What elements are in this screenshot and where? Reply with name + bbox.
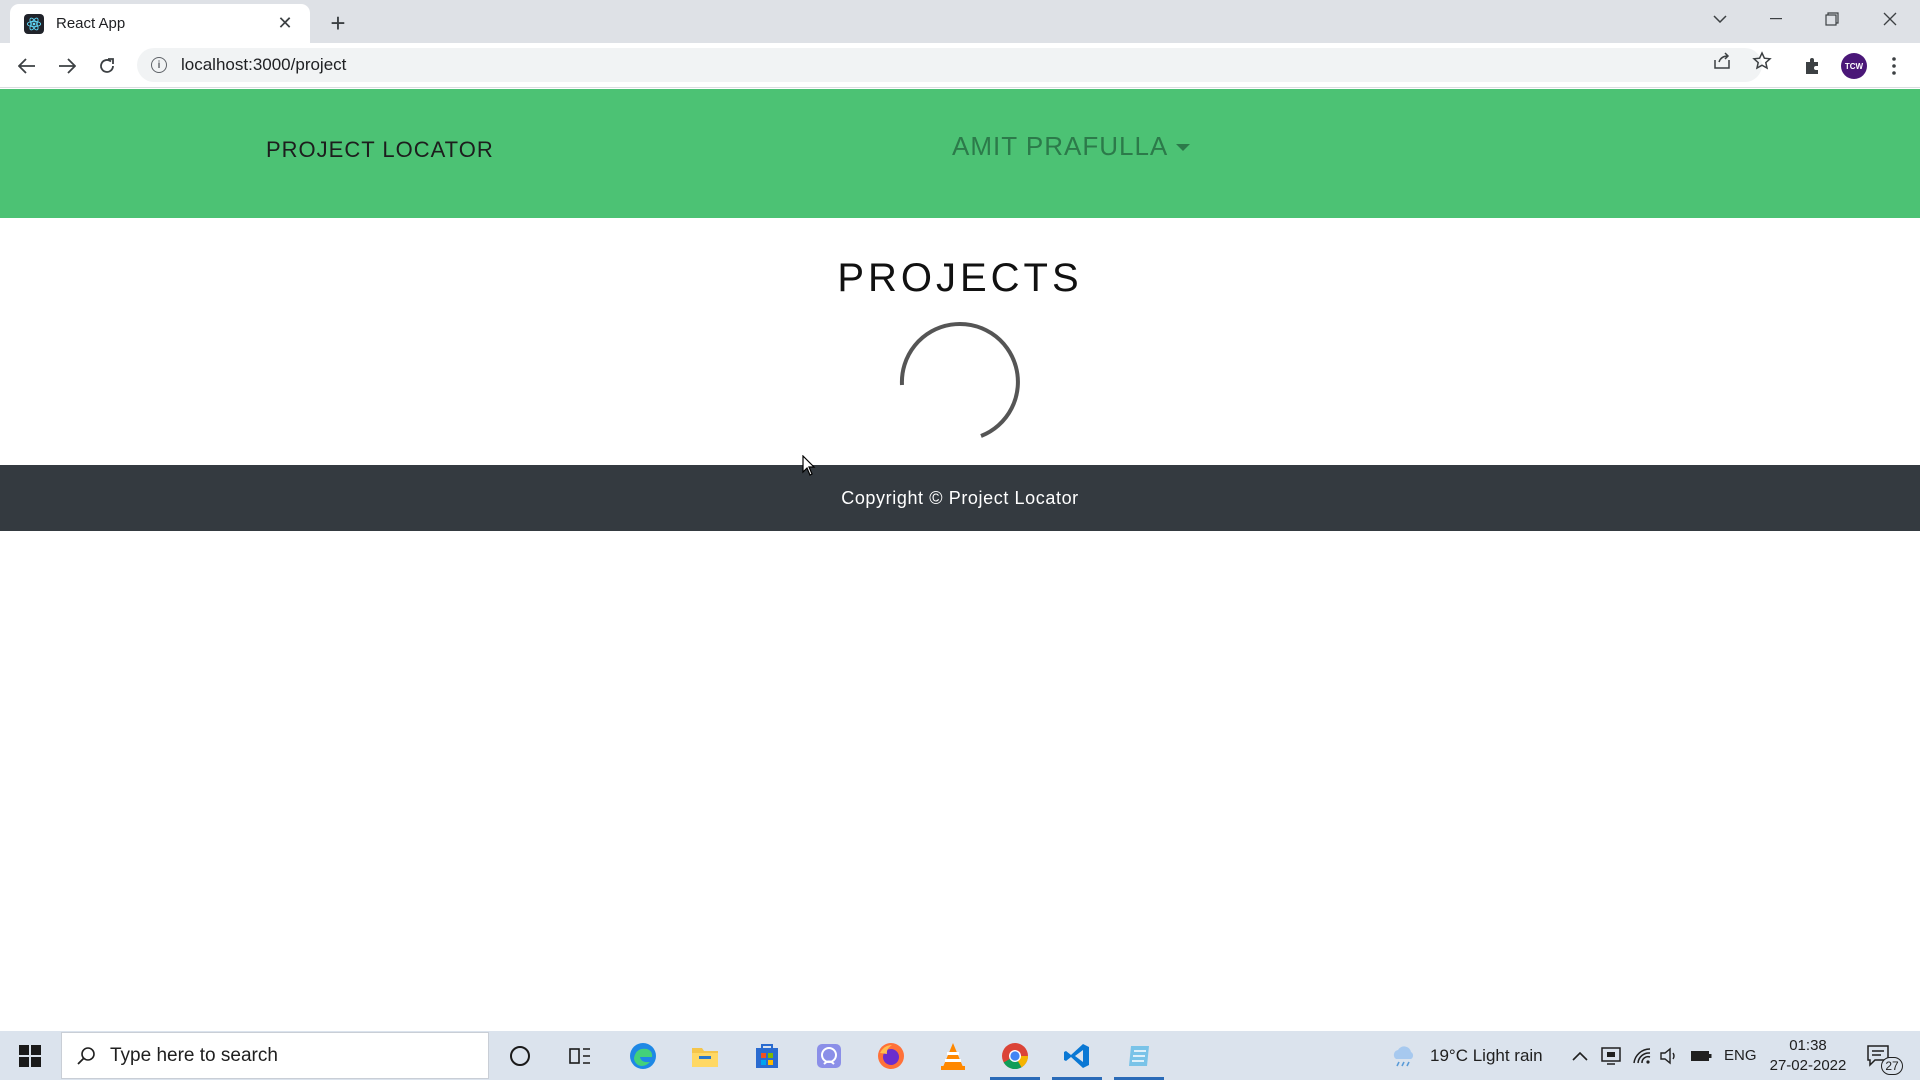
- start-button[interactable]: [0, 1031, 60, 1080]
- clock-date: 27-02-2022: [1769, 1057, 1847, 1074]
- weather-text: 19°C Light rain: [1430, 1045, 1543, 1065]
- taskbar-search-box[interactable]: Type here to search: [61, 1032, 489, 1079]
- notification-count-badge: 27: [1881, 1057, 1903, 1075]
- profile-avatar[interactable]: TCW: [1838, 50, 1870, 82]
- new-tab-button[interactable]: +: [323, 8, 353, 38]
- photo-app-icon[interactable]: [800, 1031, 858, 1080]
- user-name: AMIT PRAFULLA: [952, 131, 1169, 161]
- main-content: PROJECTS: [0, 218, 1920, 465]
- bookmark-star-icon[interactable]: [1752, 51, 1772, 71]
- spinner-icon: [897, 319, 1023, 445]
- vscode-icon[interactable]: [1048, 1031, 1106, 1080]
- language-indicator[interactable]: ENG: [1724, 1031, 1757, 1080]
- tab-search-icon[interactable]: [1692, 0, 1748, 38]
- screen: React App ✕ + i localhost:3000/project T…: [0, 0, 1920, 1080]
- back-button[interactable]: [11, 50, 43, 82]
- restore-button[interactable]: [1804, 0, 1860, 38]
- mouse-cursor-icon: [802, 454, 816, 482]
- share-icon[interactable]: [1712, 51, 1732, 71]
- weather-widget[interactable]: 19°C Light rain: [1390, 1031, 1543, 1080]
- user-dropdown-toggle[interactable]: AMIT PRAFULLA: [952, 131, 1191, 162]
- taskbar-clock[interactable]: 01:38 27-02-2022: [1766, 1036, 1850, 1076]
- battery-icon[interactable]: [1690, 1031, 1712, 1080]
- clock-time: 01:38: [1789, 1037, 1827, 1054]
- firefox-icon[interactable]: [862, 1031, 920, 1080]
- chrome-icon[interactable]: [986, 1031, 1044, 1080]
- react-icon: [24, 13, 44, 34]
- reload-button[interactable]: [91, 50, 123, 82]
- search-placeholder: Type here to search: [110, 1044, 278, 1066]
- cortana-icon[interactable]: [491, 1031, 549, 1080]
- page-title: PROJECTS: [837, 256, 1083, 300]
- browser-toolbar: i localhost:3000/project TCW: [0, 43, 1920, 88]
- extensions-icon[interactable]: [1796, 50, 1828, 82]
- wifi-icon[interactable]: [1632, 1031, 1652, 1080]
- browser-tab-strip: React App ✕ +: [0, 0, 1920, 43]
- app-navbar: PROJECT LOCATOR AMIT PRAFULLA: [0, 89, 1920, 218]
- vlc-icon[interactable]: [924, 1031, 982, 1080]
- notification-center-button[interactable]: 27: [1866, 1031, 1903, 1080]
- search-icon: [77, 1046, 95, 1065]
- forward-button[interactable]: [51, 50, 83, 82]
- close-window-button[interactable]: [1862, 0, 1918, 38]
- tab-title: React App: [56, 15, 126, 32]
- minimize-button[interactable]: [1748, 0, 1804, 38]
- browser-tab[interactable]: React App ✕: [10, 4, 310, 43]
- brand-link[interactable]: PROJECT LOCATOR: [266, 137, 494, 163]
- task-view-icon[interactable]: [551, 1031, 609, 1080]
- file-explorer-icon[interactable]: [676, 1031, 734, 1080]
- caret-down-icon: [1176, 144, 1191, 151]
- browser-menu-icon[interactable]: [1878, 50, 1910, 82]
- edge-icon[interactable]: [614, 1031, 672, 1080]
- security-icon[interactable]: [1601, 1031, 1621, 1080]
- chevron-up-icon[interactable]: [1572, 1031, 1588, 1080]
- microsoft-store-icon[interactable]: [738, 1031, 796, 1080]
- close-tab-icon[interactable]: ✕: [274, 13, 296, 35]
- url-text: localhost:3000/project: [181, 55, 347, 74]
- profile-initials: TCW: [1841, 53, 1867, 79]
- weather-rain-icon: [1393, 1045, 1414, 1066]
- notepad-app-icon[interactable]: [1110, 1031, 1168, 1080]
- page-footer: Copyright © Project Locator: [0, 465, 1920, 531]
- windows-taskbar: Type here to search 19°C Light rain ENG …: [0, 1031, 1920, 1080]
- address-bar[interactable]: i localhost:3000/project: [137, 48, 1762, 82]
- site-info-icon[interactable]: i: [151, 57, 167, 73]
- copyright-text: Copyright © Project Locator: [841, 487, 1079, 508]
- volume-icon[interactable]: [1659, 1031, 1679, 1080]
